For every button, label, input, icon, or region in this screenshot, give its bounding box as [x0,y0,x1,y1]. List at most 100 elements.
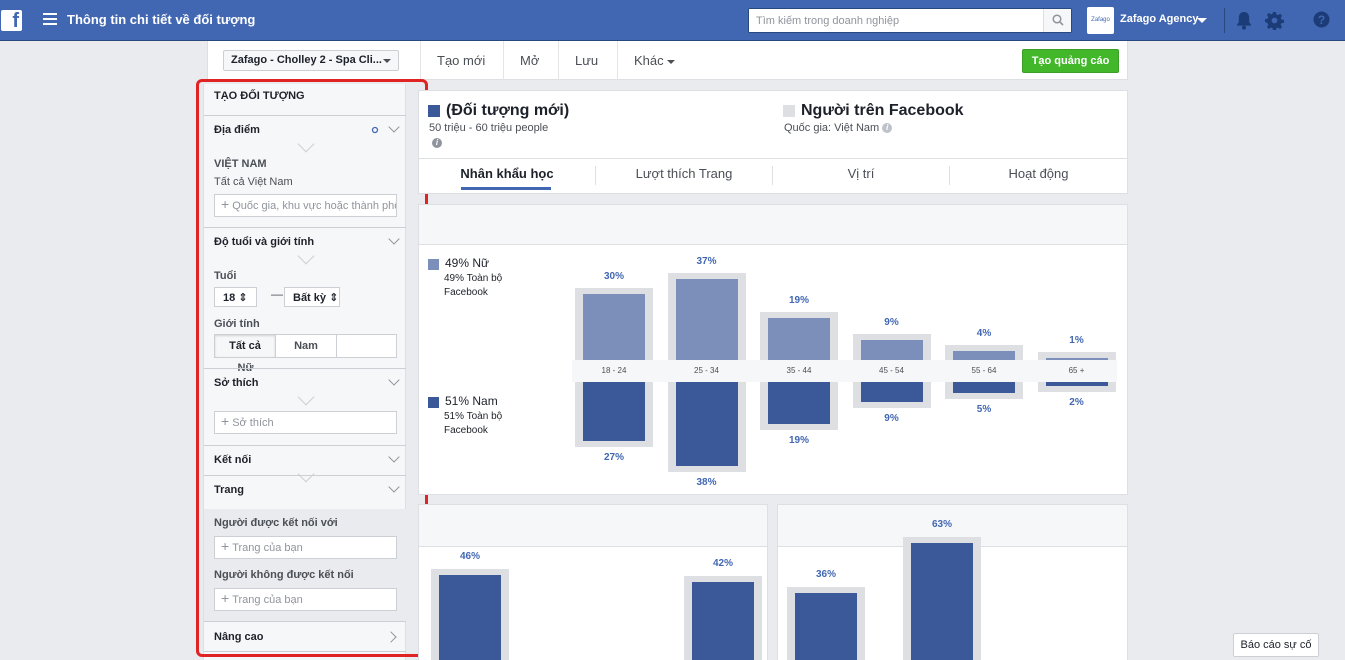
female-bar [768,318,830,360]
toolbar-more[interactable]: Khác [617,41,691,80]
report-issue-button[interactable]: Báo cáo sự cố [1233,633,1319,657]
age-category-label: 45 - 54 [879,366,904,375]
advanced-section-header[interactable]: Nâng cao [204,621,406,651]
age-category-label: 65 + [1068,366,1085,375]
info-icon[interactable]: i [882,123,893,134]
right-chart-bar [795,593,857,660]
not-connected-pages-input[interactable]: + Trang của bạn [214,588,397,611]
gender-all-button[interactable]: Tất cả [215,335,276,357]
location-input[interactable]: + Quốc gia, khu vực hoặc thành phố [214,194,397,217]
female-bar [1045,357,1108,360]
left-chart-bar [439,574,501,660]
male-percent-label: 9% [884,412,899,424]
agency-name: Zafago Agency [1120,13,1199,25]
age-category-label: 35 - 44 [786,366,812,375]
create-ad-button[interactable]: Tạo quảng cáo [1022,49,1119,73]
male-bar [675,382,738,466]
chart-panel-header [419,205,1127,245]
age-gender-header: Độ tuổi và giới tính [214,236,315,248]
female-percent-label: 9% [884,317,899,329]
male-percent-label: 27% [603,452,624,464]
top-bar: f Thông tin chi tiết về đối tượng Zafago… [0,0,1345,41]
connected-pages-input[interactable]: + Trang của bạn [214,536,397,559]
chevron-down-icon [388,374,400,386]
hamburger-icon[interactable] [43,13,57,25]
chevron-down-icon [666,59,675,64]
gear-icon[interactable] [1265,11,1284,30]
gender-male-button[interactable]: Nam [276,335,337,357]
female-legend-title: 49% Nữ [445,256,490,270]
chart-panel-header [419,505,767,547]
page-title: Thông tin chi tiết về đối tượng [67,12,256,27]
plus-icon: + [221,413,230,429]
left-chart-percent-label: 42% [712,558,733,570]
connections-header: Kết nối [214,454,252,466]
facebook-logo-icon[interactable]: f [1,10,22,32]
facebook-audience-swatch [783,104,795,117]
plus-icon: + [221,590,230,606]
chevron-down-icon [388,233,400,245]
right-chart-bar [911,543,973,660]
male-percent-label: 19% [788,434,809,446]
age-category-band [572,360,1117,382]
new-audience-title: (Đối tượng mới) [428,102,569,120]
interests-header: Sở thích [214,377,259,389]
help-icon[interactable]: ? [1313,11,1330,28]
toolbar: Zafago - Cholley 2 - Spa Cli... Tạo mới … [207,41,1128,80]
male-bar [860,382,923,402]
age-category-label: 18 - 24 [601,366,627,375]
toolbar-more-label: Khác [634,53,664,68]
pages-section-header[interactable]: Trang [204,475,406,509]
plus-icon: + [221,196,230,212]
tab-location[interactable]: Vị trí [773,159,949,192]
age-category-label: 25 - 34 [694,366,719,375]
sidebar-title: TẠO ĐỐI TƯỢNG [214,90,305,102]
female-percent-label: 1% [1069,334,1084,346]
male-legend-swatch [428,397,439,408]
search-input[interactable] [749,9,1039,32]
toolbar-save[interactable]: Lưu [558,41,614,80]
left-chart-bar [692,582,754,660]
new-audience-swatch [428,104,440,117]
tab-page-likes[interactable]: Lượt thích Trang [596,159,772,192]
toolbar-create-new[interactable]: Tạo mới [420,41,501,80]
connected-label: Người được kết nối với [214,517,338,529]
create-audience-sidebar: TẠO ĐỐI TƯỢNG Địa điểm VIỆT NAM Tất cả V… [203,84,406,660]
age-max-select[interactable]: Bất kỳ ⇕ [284,287,340,307]
male-percent-label: 2% [1069,397,1084,409]
left-chart-percent-label: 46% [459,550,480,562]
agency-logo: Zafago [1087,7,1114,34]
location-country: VIỆT NAM [214,158,267,170]
male-bar [953,382,1015,393]
info-icon[interactable]: i [432,138,442,148]
age-range: 18 ⇕ — Bất kỳ ⇕ [214,287,404,309]
tab-activity[interactable]: Hoạt động [950,159,1127,192]
chevron-down-icon [388,481,400,493]
divider [1224,8,1225,33]
age-label: Tuổi [214,270,237,282]
male-bar [768,382,830,424]
female-percent-label: 37% [696,255,717,267]
toolbar-open[interactable]: Mở [503,41,555,80]
search-icon [1052,14,1064,26]
female-bar [675,278,738,360]
account-select[interactable]: Zafago - Cholley 2 - Spa Cli... [223,50,399,71]
location-scope: Tất cả Việt Nam [214,176,293,188]
interests-input[interactable]: + Sở thích [214,411,397,434]
female-bar [860,340,923,360]
search-button[interactable] [1043,9,1071,32]
facebook-audience-country: Quốc gia: Việt Nam i [784,122,893,134]
age-range-dash: — [271,287,283,301]
chevron-down-icon [383,59,391,63]
female-legend-sub: 49% Toàn bộ Facebook [444,273,503,298]
bell-icon[interactable] [1235,11,1253,30]
chevron-right-icon [385,631,397,643]
female-bar [953,351,1015,360]
age-min-select[interactable]: 18 ⇕ [214,287,257,307]
interests-input-placeholder: Sở thích [232,417,274,429]
facebook-audience-title: Người trên Facebook [783,102,964,120]
not-connected-label: Người không được kết nối [214,569,354,581]
location-header: Địa điểm [214,124,260,136]
not-connected-pages-placeholder: Trang của bạn [232,594,303,606]
male-bar [1045,382,1108,387]
